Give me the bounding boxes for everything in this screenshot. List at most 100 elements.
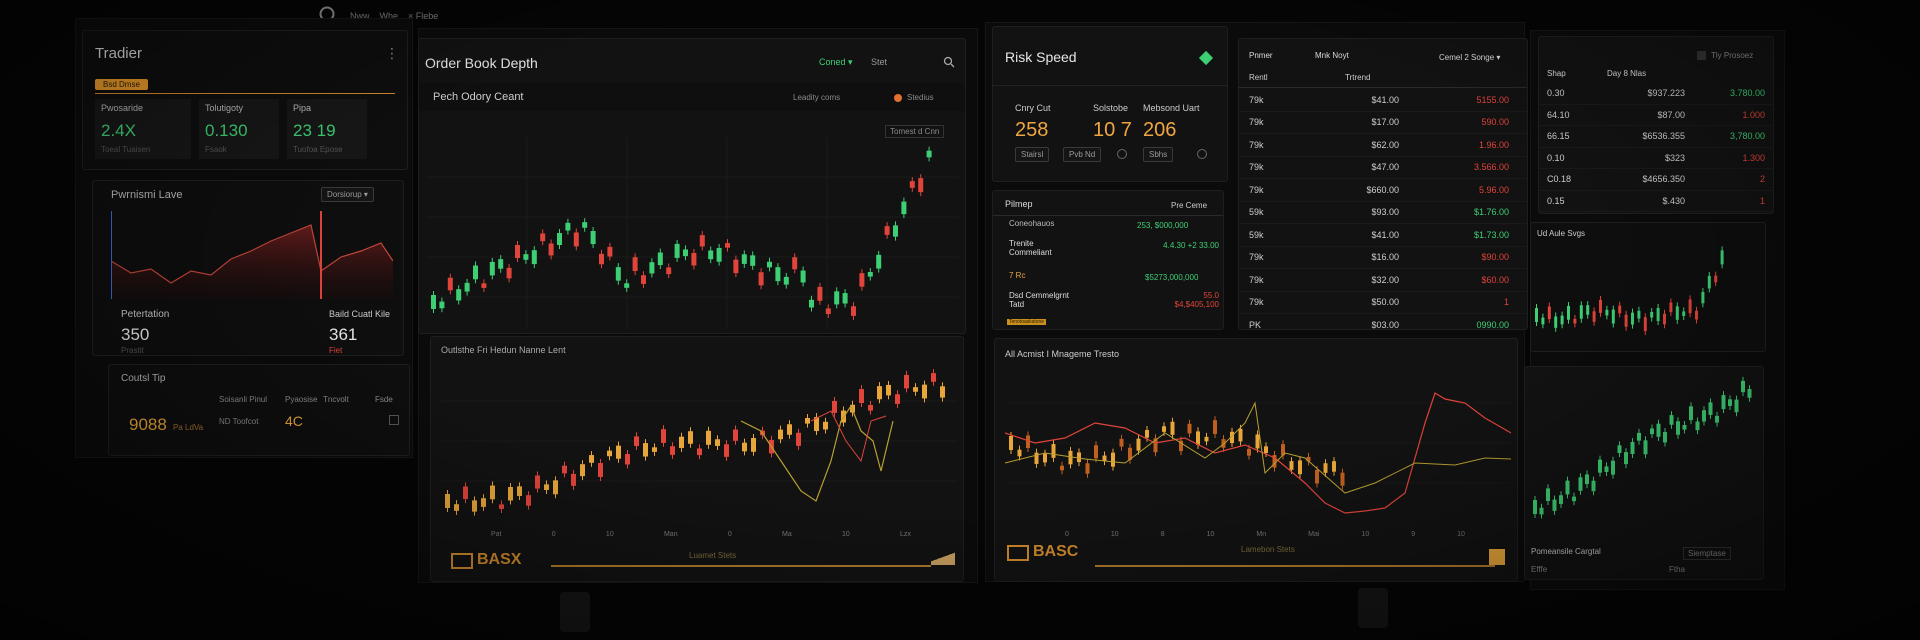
sub-button-2[interactable]: Stedius xyxy=(907,93,934,102)
candle-body xyxy=(1721,395,1726,410)
stat-value: 0.130 xyxy=(205,121,248,140)
table-cell: 0.10 xyxy=(1547,152,1565,163)
foot-left-label: Petertation xyxy=(121,309,170,320)
candle-body xyxy=(842,293,848,304)
candle-body xyxy=(1656,307,1660,322)
candle-body xyxy=(1051,444,1056,458)
candle-body xyxy=(697,448,702,456)
candle-body xyxy=(1094,445,1098,459)
candle-body xyxy=(1702,410,1706,422)
candle-body xyxy=(1701,292,1705,304)
orders-header-3[interactable]: Cemel 2 Songe ▾ xyxy=(1439,53,1500,62)
table-row[interactable]: 79k $17.00 590.00 xyxy=(1239,112,1527,134)
checkbox-icon[interactable] xyxy=(1697,51,1706,60)
table-cell: 59k xyxy=(1249,207,1264,218)
table-row[interactable]: 0.10 $323 1.300 xyxy=(1539,148,1773,169)
bottom-mid-panel: All Acmist I Mnageme Tresto 0 10 8 10 Mn… xyxy=(994,338,1518,582)
table-row[interactable]: 66.15 $6536.355 3,780.00 xyxy=(1539,126,1773,148)
candle-body xyxy=(481,498,486,507)
more-menu-icon[interactable]: ⋮ xyxy=(385,45,399,62)
x-tick: Man xyxy=(663,531,678,538)
candle-body xyxy=(1289,461,1294,470)
table-row[interactable]: 79k $41.00 5155.00 xyxy=(1239,89,1527,112)
table-cell: $50.00 xyxy=(1371,297,1399,308)
candle-body xyxy=(670,446,675,455)
x-axis: 0 10 8 10 Mn Mai 10 9 10 xyxy=(1065,531,1465,538)
candle-body xyxy=(515,244,520,259)
candle-body xyxy=(517,486,522,496)
table-row[interactable]: 59k $93.00 $1.76.00 xyxy=(1239,202,1527,224)
table-row[interactable]: 64.10 $87.00 1.000 xyxy=(1539,105,1773,126)
mode-tag[interactable]: Bsd Dmse xyxy=(95,79,148,90)
candle-body xyxy=(817,286,823,301)
candle-body xyxy=(580,464,585,477)
candle-body xyxy=(1695,421,1700,431)
table-row[interactable]: 79k $32.00 $60.00 xyxy=(1239,269,1527,292)
candle-body xyxy=(1547,306,1551,320)
table-row[interactable]: 79k $50.00 1 xyxy=(1239,292,1527,314)
stat-value: 2.4X xyxy=(101,121,136,140)
circle-icon[interactable] xyxy=(1117,149,1127,159)
foot-button[interactable]: Siemptase xyxy=(1683,547,1731,560)
candle-body xyxy=(540,233,546,242)
candle-body xyxy=(778,429,783,440)
monitor-stand-right xyxy=(1358,588,1388,628)
table-row[interactable]: C0.18 $4656.350 2 xyxy=(1539,169,1773,191)
circle-icon[interactable] xyxy=(1197,149,1207,159)
table-row[interactable]: 79k $62.00 1.96.00 xyxy=(1239,134,1527,157)
candle-body xyxy=(750,255,756,266)
candle-body xyxy=(562,465,567,474)
search-icon[interactable] xyxy=(943,55,955,73)
x-tick: Ma xyxy=(782,531,792,538)
tip-check-icon[interactable] xyxy=(389,415,399,425)
ticker-header-3: Tly Prosoez xyxy=(1711,51,1754,60)
candle-body xyxy=(1546,488,1550,501)
candle-body xyxy=(805,417,810,424)
candle-body xyxy=(688,431,693,444)
candle-body xyxy=(431,295,436,309)
table-row[interactable]: 79k $660.00 5.96.00 xyxy=(1239,179,1527,202)
candle-body xyxy=(1170,421,1175,435)
ctrl-dropdown[interactable]: Coned ▾ xyxy=(819,57,853,68)
candle-body xyxy=(909,181,915,188)
metric-label: Cnry Cut xyxy=(1015,103,1051,113)
candles xyxy=(445,369,945,516)
table-cell: 3,780.00 xyxy=(1729,131,1765,142)
table-row[interactable]: 0.30 $937.223 3.780.00 xyxy=(1539,83,1773,105)
candle-body xyxy=(733,429,738,441)
table-row[interactable]: PK $03.00 0990.00 xyxy=(1239,314,1527,329)
candle-body xyxy=(1630,442,1635,455)
table-row[interactable]: 0.15 $.430 1 xyxy=(1539,191,1773,212)
candle-body xyxy=(641,275,646,284)
metric-button[interactable]: Pvb Nd xyxy=(1063,147,1102,162)
candle-body xyxy=(657,252,663,266)
chart-dropdown[interactable]: Dorsiorup ▾ xyxy=(321,187,374,202)
pilmep-row-name: Dsd Cemmelgrnt Tatd xyxy=(1009,291,1070,309)
sub-button-1[interactable]: Leadity coms xyxy=(793,93,840,102)
candle-body xyxy=(548,243,554,256)
metric-value: 206 xyxy=(1143,119,1177,141)
candle-body xyxy=(616,445,621,459)
table-row[interactable]: 59k $41.00 $1.73.00 xyxy=(1239,224,1527,247)
metric-button[interactable]: Sbhs xyxy=(1143,147,1174,162)
metric-button[interactable]: Stairsl xyxy=(1015,147,1050,162)
candle-body xyxy=(1720,250,1724,265)
candle-body xyxy=(1162,426,1166,432)
table-cell: $1.73.00 xyxy=(1473,229,1509,240)
x-tick: 8 xyxy=(1160,531,1165,538)
candle-body xyxy=(1017,449,1022,457)
candle-body xyxy=(1741,380,1745,393)
candle-body xyxy=(767,261,772,268)
pilmep-row-value: 4.4.30 +2 33.00 xyxy=(1163,241,1219,250)
table-row[interactable]: 79k $16.00 $90.00 xyxy=(1239,247,1527,269)
candle-body xyxy=(490,485,495,500)
table-cell: 64.10 xyxy=(1547,109,1570,120)
candle-body xyxy=(868,404,873,411)
candle-body xyxy=(1298,460,1302,475)
ctrl-stet[interactable]: Stet xyxy=(871,57,887,67)
table-row[interactable]: 79k $47.00 3.566.00 xyxy=(1239,157,1527,179)
orders-header-2: Mnk Noyt xyxy=(1315,51,1349,60)
chart-title: Pwrnismi Lave xyxy=(111,189,183,201)
candle-body xyxy=(796,432,801,446)
table-cell: 66.15 xyxy=(1547,131,1570,142)
